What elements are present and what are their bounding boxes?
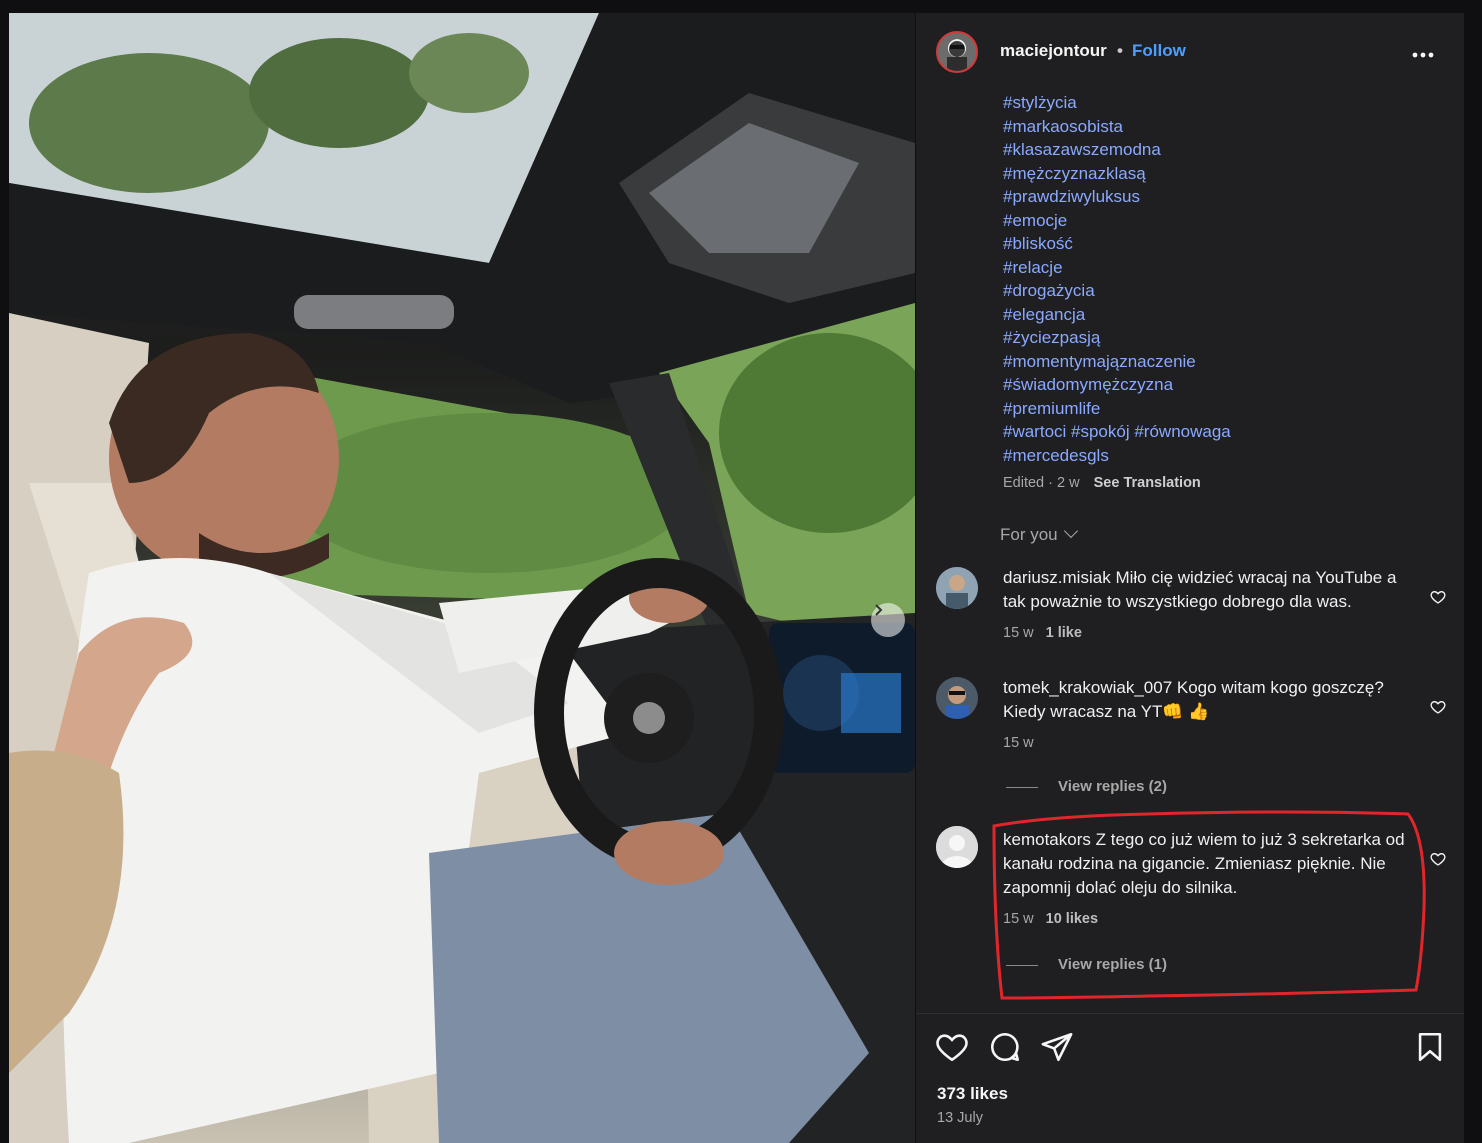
post-likes-count[interactable]: 373 likes	[937, 1084, 1008, 1104]
red-highlight-annotation	[992, 810, 1426, 1000]
hashtag-link[interactable]: #mercedesgls	[1003, 444, 1443, 468]
commenter-avatar[interactable]	[936, 826, 978, 868]
next-image-button[interactable]	[871, 603, 905, 637]
default-avatar-icon	[936, 826, 978, 868]
avatar-image	[936, 567, 978, 609]
comment-text: tomek_krakowiak_007 Kogo witam kogo gosz…	[1003, 676, 1423, 724]
comment-likes[interactable]: 1 like	[1046, 625, 1082, 641]
post-side-panel: maciejontour • Follow #stylżycia #markao…	[916, 13, 1464, 1143]
car-interior-photo	[9, 13, 915, 1143]
commenter-avatar[interactable]	[936, 677, 978, 719]
like-comment-heart-icon[interactable]	[1430, 851, 1446, 867]
comment-meta: 15 w	[1003, 735, 1034, 751]
comment-sort-label: For you	[1000, 525, 1058, 544]
more-dots-icon	[1412, 52, 1434, 58]
view-replies-label: View replies (2)	[1058, 778, 1167, 795]
more-options-button[interactable]	[1412, 38, 1434, 64]
hashtag-link[interactable]: #momentymająznaczenie	[1003, 350, 1443, 374]
follow-button[interactable]: Follow	[1132, 41, 1186, 61]
hashtag-link[interactable]: #wartoci #spokój #równowaga	[1003, 420, 1443, 444]
hashtag-link[interactable]: #relacje	[1003, 256, 1443, 280]
comment-text: dariusz.misiak Miło cię widzieć wracaj n…	[1003, 566, 1423, 614]
hashtag-link[interactable]: #stylżycia	[1003, 91, 1443, 115]
author-avatar[interactable]	[936, 31, 978, 73]
hashtag-link[interactable]: #klasazawszemodna	[1003, 138, 1443, 162]
author-username[interactable]: maciejontour	[1000, 41, 1107, 61]
comment-sort-dropdown[interactable]: For you	[1000, 523, 1078, 545]
hashtag-link[interactable]: #prawdziwyluksus	[1003, 185, 1443, 209]
hashtag-link[interactable]: #mężczyznazklasą	[1003, 162, 1443, 186]
replies-divider	[1006, 786, 1038, 788]
like-comment-heart-icon[interactable]	[1430, 589, 1446, 605]
comment-meta: 15 w 1 like	[1003, 625, 1082, 641]
post-image[interactable]	[9, 13, 915, 1143]
comment-username[interactable]: tomek_krakowiak_007	[1003, 678, 1172, 697]
chevron-right-icon	[875, 604, 883, 616]
edited-timestamp: Edited · 2 w	[1003, 475, 1080, 491]
caption-meta: Edited · 2 w See Translation	[1003, 475, 1201, 491]
header-separator: •	[1117, 41, 1123, 60]
share-send-icon[interactable]	[1040, 1030, 1074, 1064]
hashtag-link[interactable]: #premiumlife	[1003, 397, 1443, 421]
like-comment-heart-icon[interactable]	[1430, 699, 1446, 715]
hashtag-link[interactable]: #elegancja	[1003, 303, 1443, 327]
commenter-avatar[interactable]	[936, 567, 978, 609]
post-actions-bar: 373 likes 13 July	[916, 1013, 1464, 1143]
caption-hashtags: #stylżycia #markaosobista #klasazawszemo…	[1003, 91, 1443, 467]
avatar-image	[936, 677, 978, 719]
bookmark-icon[interactable]	[1413, 1030, 1447, 1064]
author-avatar-image	[947, 41, 967, 71]
view-replies-button[interactable]: View replies (2)	[1006, 778, 1167, 795]
hashtag-link[interactable]: #życiezpasją	[1003, 326, 1443, 350]
chevron-down-icon	[1063, 523, 1078, 539]
hashtag-link[interactable]: #bliskość	[1003, 232, 1443, 256]
like-heart-icon[interactable]	[935, 1030, 969, 1064]
hashtag-link[interactable]: #drogażycia	[1003, 279, 1443, 303]
hashtag-link[interactable]: #emocje	[1003, 209, 1443, 233]
post-date: 13 July	[937, 1110, 983, 1126]
see-translation-link[interactable]: See Translation	[1094, 475, 1201, 491]
post-header: maciejontour • Follow	[916, 13, 1464, 93]
hashtag-link[interactable]: #świadomymężczyzna	[1003, 373, 1443, 397]
comment-age: 15 w	[1003, 735, 1034, 751]
comment-age: 15 w	[1003, 625, 1034, 641]
comment-username[interactable]: dariusz.misiak	[1003, 568, 1111, 587]
comment-bubble-icon[interactable]	[988, 1030, 1022, 1064]
hashtag-link[interactable]: #markaosobista	[1003, 115, 1443, 139]
